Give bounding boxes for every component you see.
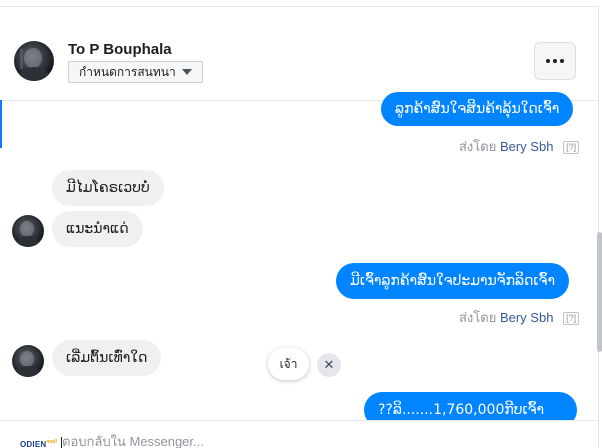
close-icon[interactable]: ✕ [317,353,341,377]
page-brand-logo: ODIENmall [20,435,58,448]
outgoing-message[interactable]: ລູກຄ້າສົນໃຈສິນຄ້າລຸ້ນໃດເຈົ້າ [381,92,574,126]
chevron-down-icon [181,69,192,75]
sender-name-link[interactable]: Bery Sbh [500,139,553,154]
incoming-message[interactable]: ແນະນຳແດ່ [52,211,143,247]
reply-input[interactable] [62,433,562,448]
sent-by-prefix: ส่งโดย [459,310,497,325]
outgoing-message[interactable]: ມີເຈົ້າລູກຄ້າສົນໃຈປະມານຈັກລິດເຈົ້າ [336,263,570,299]
contact-name[interactable]: To P Bouphala [68,41,172,58]
incoming-message[interactable]: ເລີ່ມຕົ້ນເທົ່າໃດ [52,340,162,376]
active-conversation-indicator [0,100,2,148]
contact-photo-icon [19,48,49,81]
contact-photo-icon [16,351,40,377]
sender-avatar[interactable] [12,345,44,377]
help-icon[interactable]: [?] [563,141,580,154]
sender-avatar[interactable] [12,215,44,247]
conversation-status-label: กำหนดการสนทนา [79,65,176,79]
help-icon[interactable]: [?] [563,312,580,325]
contact-photo-icon [16,221,40,247]
message-list-scrollbar[interactable] [597,232,602,352]
sent-by-prefix: ส่งโดย [459,139,497,154]
reply-composer: ODIENmall [0,420,598,448]
more-horizontal-icon [546,59,564,63]
sender-name-link[interactable]: Bery Sbh [500,310,553,325]
messenger-conversation-panel: To P Bouphala กำหนดการสนทนา ລູກຄ້າສົນໃຈສ… [0,0,602,448]
sent-by-label: ส่งโดย Bery Sbh [?] [459,136,580,157]
brand-logo-text: ODIEN [20,440,47,448]
conversation-status-dropdown[interactable]: กำหนดการสนทนา [68,61,203,83]
incoming-message[interactable]: ມີໄມໂຄຣເວບບໍ່ [52,170,164,206]
conversation-header: To P Bouphala กำหนดการสนทนา [0,6,598,101]
more-options-button[interactable] [534,42,576,80]
quick-reply-chip[interactable]: เจ้า [268,348,309,380]
sent-by-label: ส่งโดย Bery Sbh [?] [459,307,580,328]
panel-divider [598,6,599,448]
brand-logo-sup: mall [46,439,58,445]
contact-avatar[interactable] [14,41,54,81]
